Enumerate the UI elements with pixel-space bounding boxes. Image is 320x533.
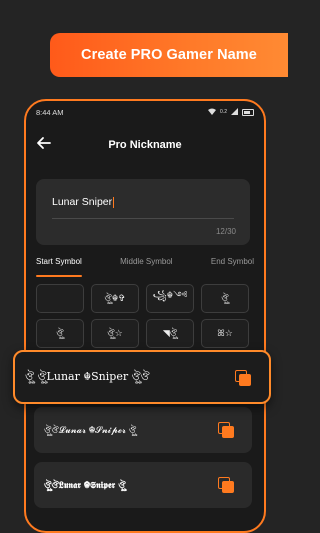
banner-text-post: Gamer Name [166,47,257,63]
status-time: 8:44 AM [36,107,64,117]
symbol-option[interactable] [36,284,84,313]
copy-button[interactable] [235,370,253,388]
tab-middle-symbol[interactable]: Middle Symbol [120,257,172,277]
app-bar: Pro Nickname [26,131,264,159]
symbol-option[interactable]: ꧁☬༺ [146,284,194,313]
signal-icon [231,107,238,117]
page-title: Pro Nickname [108,139,182,151]
result-name: ঔৣ ঔৣLunar ☬Sniper ঔৣঔ [25,369,150,383]
status-bar: 8:44 AM 0.2 [26,101,264,123]
nickname-value: Lunar Sniper [52,196,113,208]
network-speed: 0.2 [220,109,227,115]
text-caret [113,196,115,208]
promo-banner: Create PRO Gamer Name [50,33,288,77]
result-name: ঔৣঔ𝕷𝖚𝖓𝖆𝖗 ☬𝕾𝖓𝖎𝖕𝖊𝖗 ঔৣ [44,480,126,491]
banner-text-pre: Create [81,47,127,63]
result-item[interactable]: ঔৣঔ𝓛𝓾𝓷𝓪𝓻 ☬𝓢𝓷𝓲𝓹𝓮𝓻 ঔৣ [34,407,252,453]
tab-start-symbol[interactable]: Start Symbol [36,257,82,277]
copy-icon-front [239,374,251,386]
symbol-option[interactable]: ◥ঔৣ [146,319,194,348]
banner-text-pro: PRO [130,47,163,63]
status-icons: 0.2 [208,107,254,117]
symbol-option[interactable]: ঔৣ☆ [91,319,139,348]
nickname-input[interactable]: Lunar Sniper [52,196,115,208]
highlighted-result-item[interactable]: ঔৣ ঔৣLunar ☬Sniper ঔৣঔ [13,350,271,404]
char-counter: 12/30 [215,227,236,236]
tab-end-symbol[interactable]: End Symbol [211,257,254,277]
symbol-option[interactable]: ঔৣ [36,319,84,348]
battery-icon [242,108,254,116]
copy-icon-front [222,426,234,438]
symbol-option[interactable]: ঔৣ☬✞ [91,284,139,313]
result-name: ঔৣঔ𝓛𝓾𝓷𝓪𝓻 ☬𝓢𝓷𝓲𝓹𝓮𝓻 ঔৣ [44,425,137,436]
symbol-grid: ঔৣ☬✞ ꧁☬༺ ঔৣ ঔৣ ঔৣ☆ ◥ঔৣ ꕤ☆ [36,284,252,348]
nickname-input-card[interactable]: Lunar Sniper 12/30 [36,179,250,245]
copy-button[interactable] [218,422,236,440]
wifi-icon [208,108,217,117]
input-underline [52,218,234,219]
result-item[interactable]: ঔৣঔ𝕷𝖚𝖓𝖆𝖗 ☬𝕾𝖓𝖎𝖕𝖊𝖗 ঔৣ [34,462,252,508]
copy-icon-front [222,481,234,493]
symbol-tabs: Start Symbol Middle Symbol End Symbol [36,257,254,277]
symbol-option[interactable]: ঔৣ [201,284,249,313]
symbol-option[interactable]: ꕤ☆ [201,319,249,348]
copy-button[interactable] [218,477,236,495]
